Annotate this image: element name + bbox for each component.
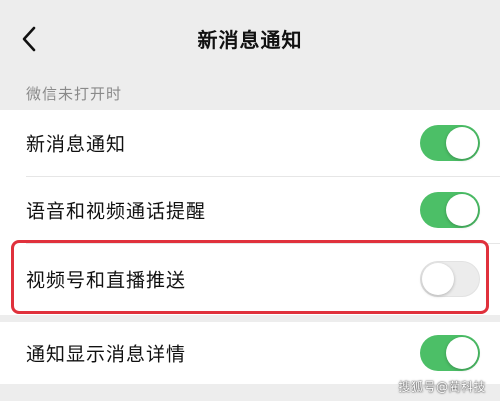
nav-bar: 新消息通知 — [0, 0, 500, 80]
toggle-knob — [446, 337, 478, 369]
section-header: 微信未打开时 — [26, 85, 123, 103]
setting-row-channels-live-push: 视频号和直播推送 — [0, 244, 500, 314]
settings-group-secondary: 通知显示消息详情 — [0, 322, 500, 384]
call-reminder-toggle[interactable] — [420, 192, 480, 228]
channels-live-push-toggle[interactable] — [420, 261, 480, 297]
setting-row-new-message: 新消息通知 — [0, 110, 500, 176]
show-details-toggle[interactable] — [420, 335, 480, 371]
setting-row-call-reminder: 语音和视频通话提醒 — [0, 177, 500, 243]
page-title: 新消息通知 — [197, 28, 303, 52]
watermark: 搜狐号@蔺科技 — [398, 380, 486, 394]
notification-settings-page: 新消息通知 微信未打开时 新消息通知 语音和视频通话提醒 视频号和直播推送 通知… — [0, 0, 500, 401]
settings-group-primary: 新消息通知 语音和视频通话提醒 视频号和直播推送 — [0, 110, 500, 315]
setting-label: 通知显示消息详情 — [26, 343, 187, 366]
toggle-knob — [446, 194, 478, 226]
toggle-knob — [422, 263, 454, 295]
new-message-toggle[interactable] — [420, 125, 480, 161]
setting-label: 视频号和直播推送 — [26, 269, 187, 292]
toggle-knob — [446, 127, 478, 159]
setting-label: 语音和视频通话提醒 — [26, 200, 207, 223]
setting-label: 新消息通知 — [26, 133, 127, 156]
setting-row-show-details: 通知显示消息详情 — [0, 322, 500, 384]
